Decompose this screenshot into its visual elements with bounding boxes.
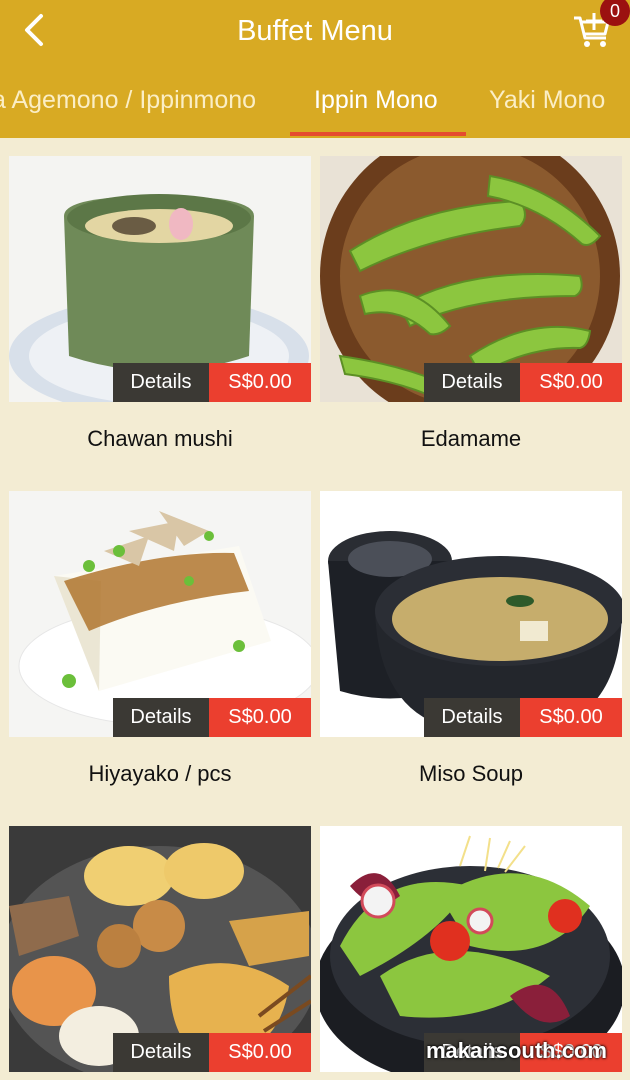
item-name: Miso Soup <box>419 761 523 786</box>
details-button[interactable]: Details <box>424 698 520 737</box>
tab-agemono-ippinmono[interactable]: a Agemono / Ippinmono <box>0 86 256 115</box>
page-title: Buffet Menu <box>237 15 393 47</box>
item-name: Chawan mushi <box>87 426 233 451</box>
app-header: Buffet Menu 0 a Agemono / Ippinmono Ippi… <box>0 0 630 138</box>
tab-yaki-mono[interactable]: Yaki Mono <box>489 86 605 115</box>
menu-item-card[interactable]: Details S$0.00 Chawan mushi <box>9 138 311 456</box>
details-button[interactable]: Details <box>113 698 209 737</box>
item-name: Edamame <box>420 426 522 451</box>
details-button[interactable]: Details <box>113 363 209 402</box>
tab-ippin-mono[interactable]: Ippin Mono <box>314 86 438 115</box>
price-button[interactable]: S$0.00 <box>209 363 311 402</box>
menu-item-card[interactable]: Details S$0.00 Hiyayako / pcs <box>9 473 311 791</box>
category-tabs: a Agemono / Ippinmono Ippin Mono Yaki Mo… <box>0 74 630 138</box>
active-tab-indicator <box>290 132 466 136</box>
price-button[interactable]: S$0.00 <box>209 698 311 737</box>
details-button[interactable]: Details <box>424 363 520 402</box>
item-name: Hiyayako / pcs <box>88 761 232 786</box>
watermark-text: makansouth.com <box>426 1038 607 1063</box>
details-button[interactable]: Details <box>113 1033 209 1072</box>
menu-item-card[interactable]: Details S$0.00 Edamame <box>320 138 622 456</box>
menu-item-card[interactable]: Details S$0.00 Miso Soup <box>320 473 622 791</box>
price-button[interactable]: S$0.00 <box>209 1033 311 1072</box>
menu-grid: Details S$0.00 Chawan mushi Details S$0.… <box>0 138 630 1080</box>
price-button[interactable]: S$0.00 <box>520 698 622 737</box>
menu-item-card[interactable]: Details S$0.00 <box>9 808 311 1080</box>
price-button[interactable]: S$0.00 <box>520 363 622 402</box>
